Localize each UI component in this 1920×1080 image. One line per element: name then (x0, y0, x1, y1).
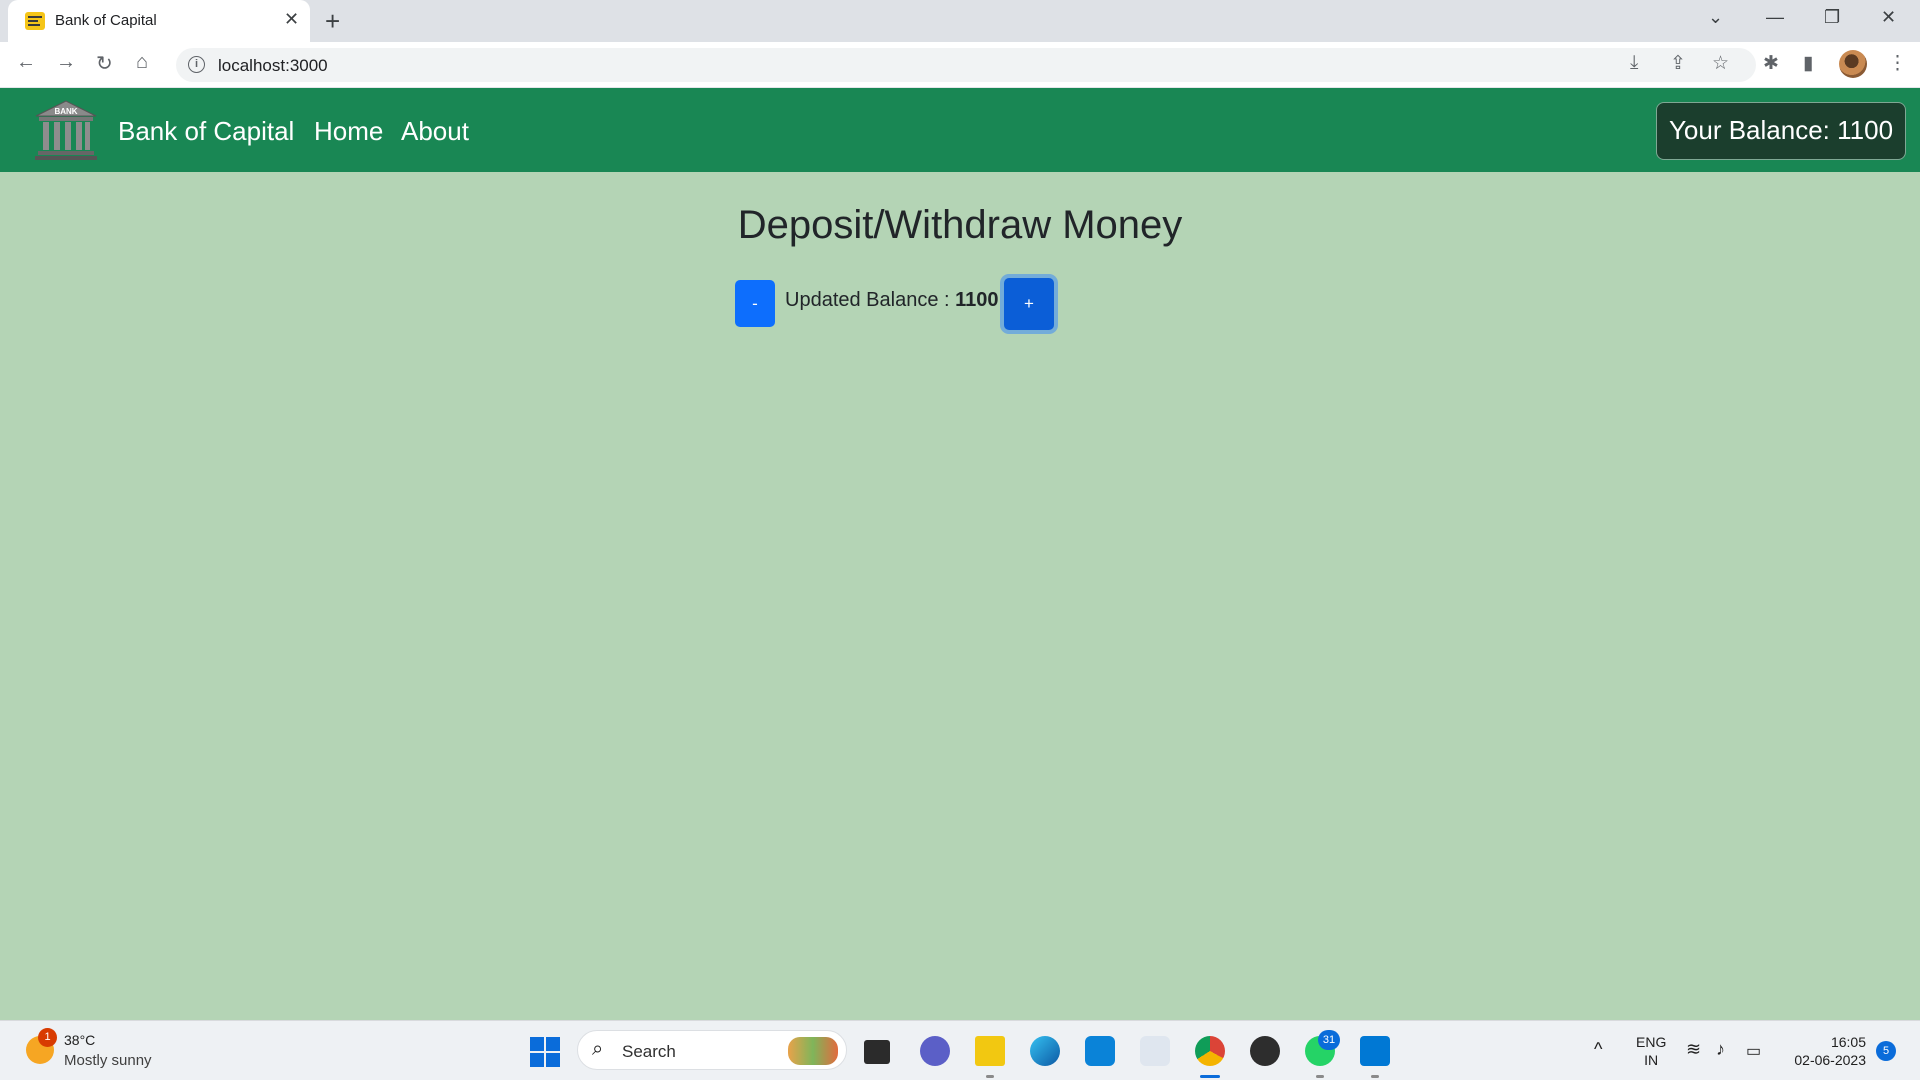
taskbar-search-label: Search (622, 1042, 676, 1061)
back-icon[interactable]: ← (16, 51, 36, 74)
updated-balance: Updated Balance : 1100 (785, 289, 999, 312)
whatsapp-badge: 31 (1318, 1030, 1340, 1050)
updated-balance-label: Updated Balance : (785, 289, 956, 311)
start-icon[interactable] (530, 1037, 560, 1067)
wifi-icon[interactable]: ≋ (1686, 1039, 1701, 1060)
browser-tab[interactable]: Bank of Capital ✕ (8, 0, 310, 42)
teams-icon[interactable] (920, 1036, 950, 1066)
tab-search-chevron-icon[interactable]: ⌄ (1708, 7, 1723, 28)
taskbar-search[interactable]: ⌕ Search (577, 1030, 847, 1070)
clock-time: 16:05 (1830, 1034, 1866, 1050)
reload-icon[interactable]: ↻ (96, 51, 113, 76)
site-info-icon[interactable]: i (188, 56, 205, 73)
browser-toolbar: ← → ↻ ⌂ i localhost:3000 ⤓ ⇪ ☆ ✱ ▮ ⋮ (0, 42, 1920, 88)
cortana-icon[interactable] (1085, 1036, 1115, 1066)
browser-menu-icon[interactable]: ⋮ (1888, 52, 1907, 75)
new-tab-button[interactable]: + (325, 6, 340, 37)
install-icon[interactable]: ⤓ (1630, 52, 1638, 74)
file-explorer-icon[interactable] (975, 1036, 1005, 1078)
address-bar[interactable]: i localhost:3000 (176, 48, 1756, 82)
profile-avatar[interactable] (1839, 50, 1867, 78)
weather-badge: 1 (38, 1028, 57, 1047)
media-player-icon[interactable] (1250, 1036, 1280, 1066)
balance-display: Your Balance: 1100 (1656, 102, 1906, 160)
nav-link-about[interactable]: About (401, 116, 469, 147)
windows-taskbar: 1 38°C Mostly sunny ⌕ Search 31 ^ ENG IN… (0, 1020, 1920, 1080)
volume-icon[interactable]: ♪ (1716, 1039, 1725, 1060)
bank-logo-icon[interactable]: BANK (34, 99, 98, 161)
brand-link[interactable]: Bank of Capital (118, 116, 294, 147)
share-icon[interactable]: ⇪ (1670, 52, 1686, 75)
weather-description[interactable]: Mostly sunny (64, 1052, 152, 1069)
updated-balance-value: 1100 (955, 289, 999, 311)
language-code: ENG (1636, 1034, 1667, 1050)
browser-tabstrip: Bank of Capital ✕ + ⌄ — ❐ ✕ (0, 0, 1920, 42)
restore-button[interactable]: ❐ (1824, 7, 1840, 28)
url-text[interactable]: localhost:3000 (218, 56, 328, 76)
weather-temperature[interactable]: 38°C (64, 1032, 95, 1048)
nav-link-home[interactable]: Home (314, 116, 383, 147)
forward-icon[interactable]: → (56, 51, 76, 74)
language-indicator[interactable]: ENG IN (1636, 1033, 1666, 1069)
battery-icon[interactable]: ▭ (1746, 1041, 1761, 1061)
minimize-button[interactable]: — (1766, 7, 1784, 28)
extensions-icon[interactable]: ✱ (1763, 52, 1779, 75)
close-window-button[interactable]: ✕ (1881, 7, 1896, 28)
search-highlight-icon (788, 1037, 838, 1065)
home-icon[interactable]: ⌂ (136, 51, 148, 74)
app-icon[interactable] (1140, 1036, 1170, 1066)
page-title: Deposit/Withdraw Money (0, 203, 1920, 248)
notification-badge[interactable]: 5 (1876, 1041, 1896, 1061)
task-view-icon[interactable] (864, 1040, 890, 1064)
logo-text: BANK (54, 107, 77, 116)
clock-date: 02-06-2023 (1794, 1052, 1866, 1068)
page-title-text: Deposit/Withdraw Money (737, 203, 1183, 247)
withdraw-button[interactable]: - (735, 280, 775, 327)
system-clock[interactable]: 16:05 02-06-2023 (1786, 1033, 1866, 1069)
tab-favicon-icon (25, 12, 45, 30)
tab-close-icon[interactable]: ✕ (284, 9, 299, 30)
bookmark-star-icon[interactable]: ☆ (1712, 52, 1729, 75)
vscode-icon[interactable] (1360, 1036, 1390, 1078)
tray-chevron-icon[interactable]: ^ (1594, 1039, 1602, 1060)
language-region: IN (1644, 1052, 1659, 1068)
side-panel-icon[interactable]: ▮ (1803, 52, 1813, 75)
chrome-icon[interactable] (1195, 1036, 1225, 1078)
search-icon: ⌕ (592, 1038, 604, 1060)
app-navbar: BANK Bank of Capital Home About Your Bal… (0, 88, 1920, 172)
edge-icon[interactable] (1030, 1036, 1060, 1066)
tab-title: Bank of Capital (55, 12, 157, 29)
deposit-button[interactable]: + (1004, 278, 1054, 330)
